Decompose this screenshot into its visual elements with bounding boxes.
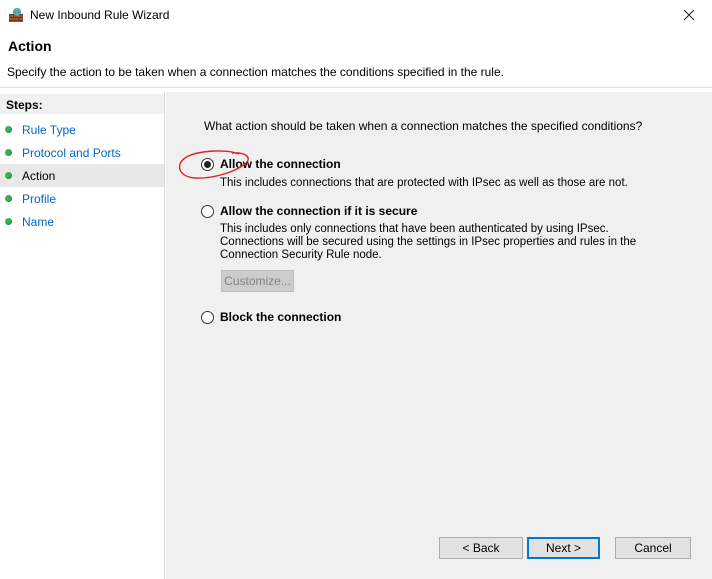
allow-connection-description: This includes connections that are prote… [220, 177, 628, 189]
back-button[interactable]: < Back [439, 537, 523, 559]
cancel-button[interactable]: Cancel [615, 537, 691, 559]
block-connection-label: Block the connection [220, 310, 342, 324]
allow-connection-radio[interactable] [201, 157, 214, 171]
block-connection-radio[interactable] [201, 310, 214, 324]
allow-if-secure-description: This includes only connections that have… [220, 223, 637, 261]
action-question: What action should be taken when a conne… [204, 119, 643, 133]
close-button[interactable] [666, 0, 712, 30]
step-action[interactable]: Action [0, 164, 164, 187]
action-content: What action should be taken when a conne… [166, 92, 712, 579]
page-description: Specify the action to be taken when a co… [7, 65, 504, 79]
customize-button[interactable]: Customize... [221, 270, 294, 292]
allow-connection-label: Allow the connection [220, 157, 341, 171]
wizard-header: Action Specify the action to be taken wh… [0, 30, 712, 88]
firewall-icon [9, 8, 23, 22]
step-status-icon [5, 149, 12, 156]
steps-panel: Steps: Rule Type Protocol and Ports Acti… [0, 92, 165, 579]
step-label: Rule Type [22, 122, 76, 137]
step-name[interactable]: Name [0, 210, 164, 233]
next-button[interactable]: Next > [527, 537, 600, 559]
step-label: Profile [22, 191, 57, 206]
step-label: Protocol and Ports [22, 145, 121, 160]
window-title: New Inbound Rule Wizard [30, 8, 170, 22]
steps-heading: Steps: [0, 94, 164, 114]
allow-if-secure-radio[interactable] [201, 204, 214, 218]
step-status-icon [5, 126, 12, 133]
title-bar: New Inbound Rule Wizard [0, 0, 712, 30]
page-title: Action [8, 38, 52, 54]
close-icon [683, 9, 695, 21]
step-status-icon [5, 172, 12, 179]
step-status-icon [5, 218, 12, 225]
step-label: Action [22, 168, 56, 183]
step-rule-type[interactable]: Rule Type [0, 118, 164, 141]
step-status-icon [5, 195, 12, 202]
step-profile[interactable]: Profile [0, 187, 164, 210]
step-protocol-and-ports[interactable]: Protocol and Ports [0, 141, 164, 164]
block-connection-option[interactable]: Block the connection [201, 310, 341, 324]
allow-connection-option[interactable]: Allow the connection [201, 157, 341, 171]
allow-if-secure-label: Allow the connection if it is secure [220, 204, 418, 218]
allow-if-secure-option[interactable]: Allow the connection if it is secure [201, 204, 417, 218]
step-label: Name [22, 214, 55, 229]
